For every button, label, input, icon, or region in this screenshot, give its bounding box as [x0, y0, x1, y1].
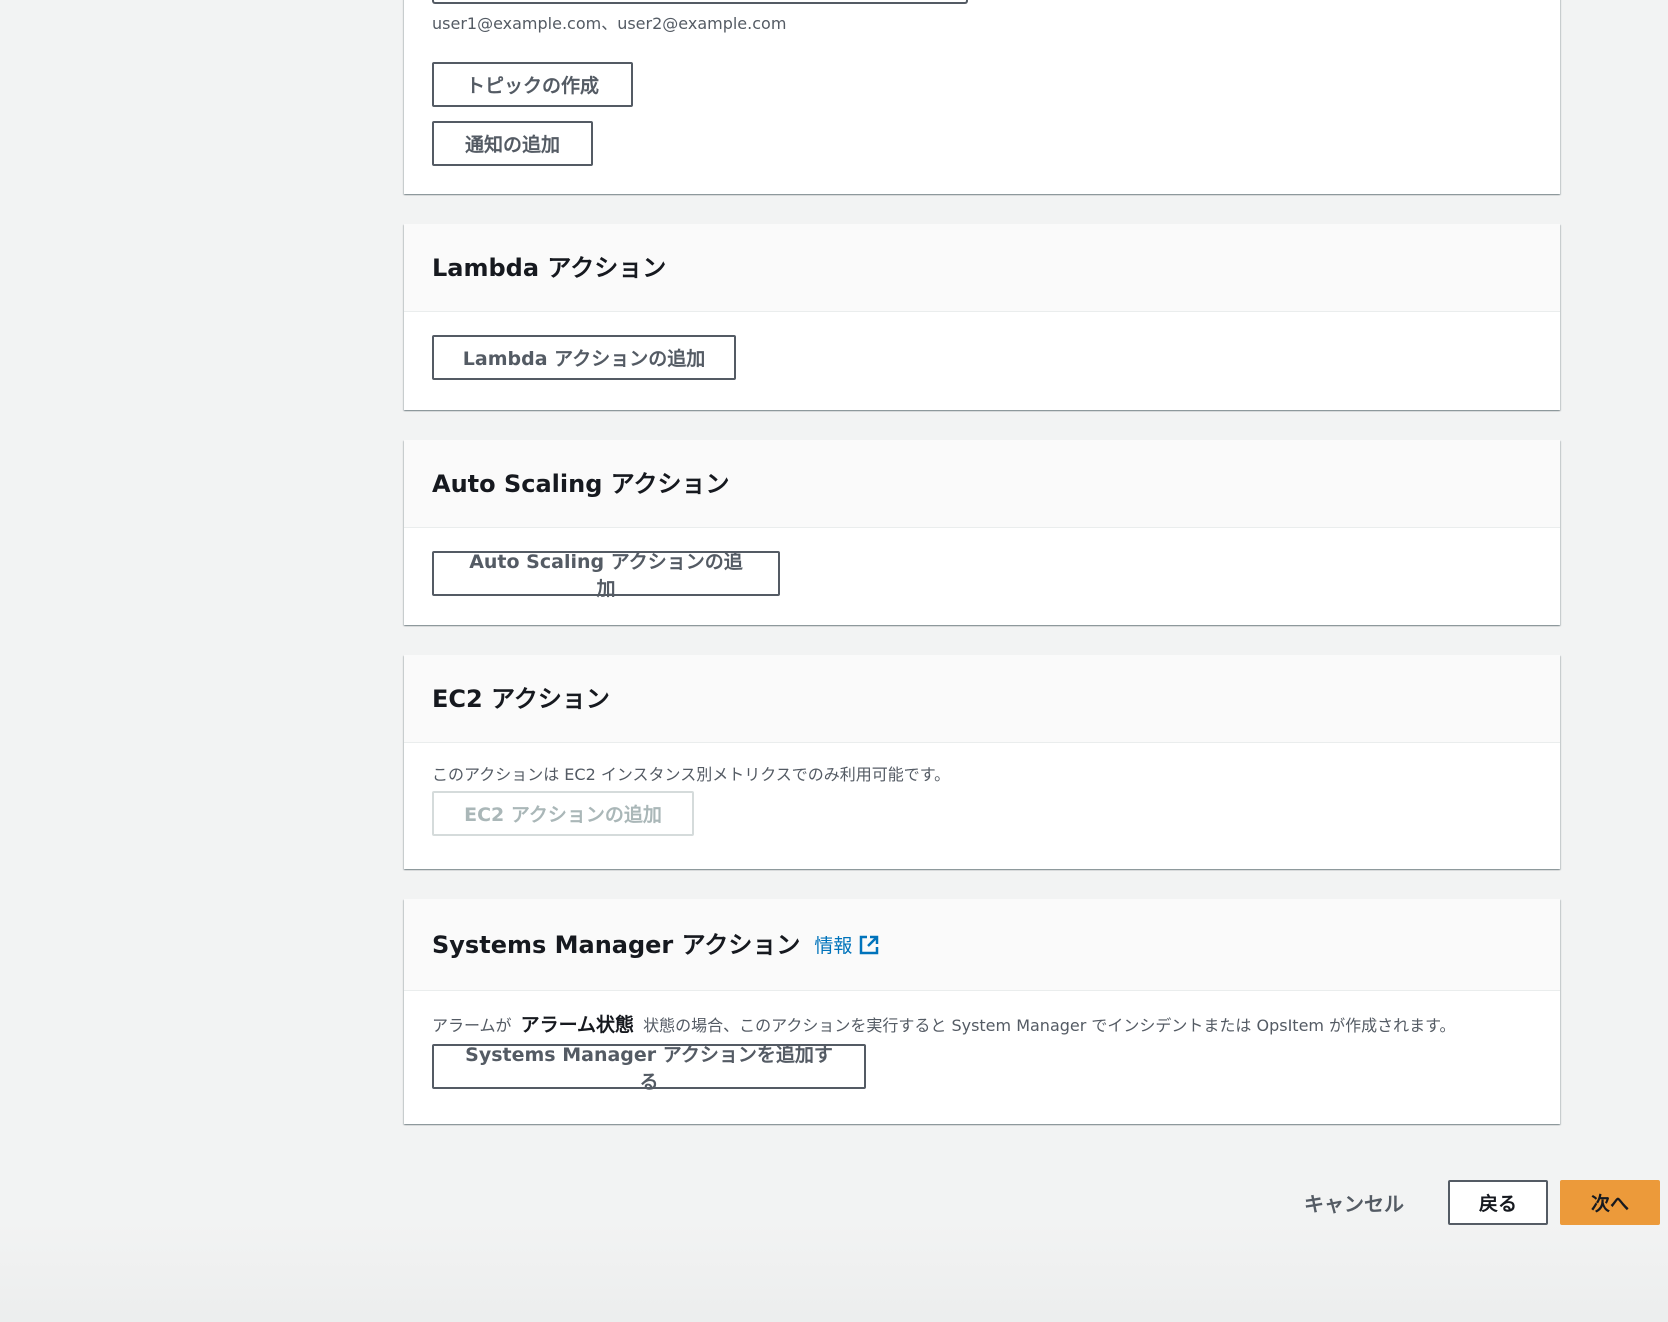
- ec2-action-panel: EC2 アクション このアクションは EC2 インスタンス別メトリクスでのみ利用…: [404, 655, 1560, 869]
- ssm-action-description: アラームが アラーム状態 状態の場合、このアクションを実行すると System …: [432, 1015, 1532, 1036]
- ec2-panel-body: このアクションは EC2 インスタンス別メトリクスでのみ利用可能です。 EC2 …: [404, 743, 1560, 864]
- email-input-bottom-edge[interactable]: [432, 0, 968, 4]
- bottom-fade: [0, 1222, 1668, 1322]
- add-notification-button[interactable]: 通知の追加: [432, 121, 593, 166]
- ssm-description-prefix: アラームが: [432, 1016, 512, 1035]
- ssm-action-panel: Systems Manager アクション 情報 アラームが アラーム状態 状態…: [404, 899, 1560, 1124]
- wizard-footer: キャンセル 戻る 次へ: [1304, 1180, 1660, 1225]
- autoscaling-panel-header: Auto Scaling アクション: [404, 440, 1560, 528]
- autoscaling-action-panel: Auto Scaling アクション Auto Scaling アクションの追加: [404, 440, 1560, 625]
- ssm-description-state: アラーム状態: [520, 1014, 635, 1036]
- autoscaling-panel-body: Auto Scaling アクションの追加: [404, 528, 1560, 624]
- notification-panel: user1@example.com、user2@example.com トピック…: [404, 0, 1560, 194]
- ssm-description-suffix: 状態の場合、このアクションを実行すると System Manager でインシデ…: [643, 1016, 1456, 1035]
- ssm-panel-title: Systems Manager アクション: [432, 930, 801, 959]
- autoscaling-panel-title: Auto Scaling アクション: [432, 469, 730, 498]
- ssm-info-link[interactable]: 情報: [814, 931, 880, 958]
- create-topic-button[interactable]: トピックの作成: [432, 62, 633, 107]
- cancel-button[interactable]: キャンセル: [1304, 1188, 1404, 1217]
- ssm-panel-body: アラームが アラーム状態 状態の場合、このアクションを実行すると System …: [404, 991, 1560, 1117]
- lambda-panel-title: Lambda アクション: [432, 253, 667, 282]
- ec2-panel-header: EC2 アクション: [404, 655, 1560, 743]
- next-button[interactable]: 次へ: [1560, 1180, 1660, 1225]
- email-hint: user1@example.com、user2@example.com: [432, 14, 787, 33]
- add-lambda-action-button[interactable]: Lambda アクションの追加: [432, 335, 736, 380]
- lambda-panel-header: Lambda アクション: [404, 224, 1560, 312]
- add-autoscaling-action-button[interactable]: Auto Scaling アクションの追加: [432, 551, 780, 600]
- lambda-panel-body: Lambda アクションの追加: [404, 312, 1560, 408]
- add-ec2-action-button: EC2 アクションの追加: [432, 791, 694, 836]
- ec2-action-description: このアクションは EC2 インスタンス別メトリクスでのみ利用可能です。: [432, 765, 951, 784]
- ssm-info-link-label: 情報: [814, 935, 853, 957]
- add-ssm-action-button[interactable]: Systems Manager アクションを追加する: [432, 1044, 866, 1093]
- ssm-panel-header: Systems Manager アクション 情報: [404, 899, 1560, 991]
- external-link-icon: [858, 934, 880, 956]
- back-button[interactable]: 戻る: [1448, 1180, 1548, 1225]
- lambda-action-panel: Lambda アクション Lambda アクションの追加: [404, 224, 1560, 410]
- ec2-panel-title: EC2 アクション: [432, 684, 610, 713]
